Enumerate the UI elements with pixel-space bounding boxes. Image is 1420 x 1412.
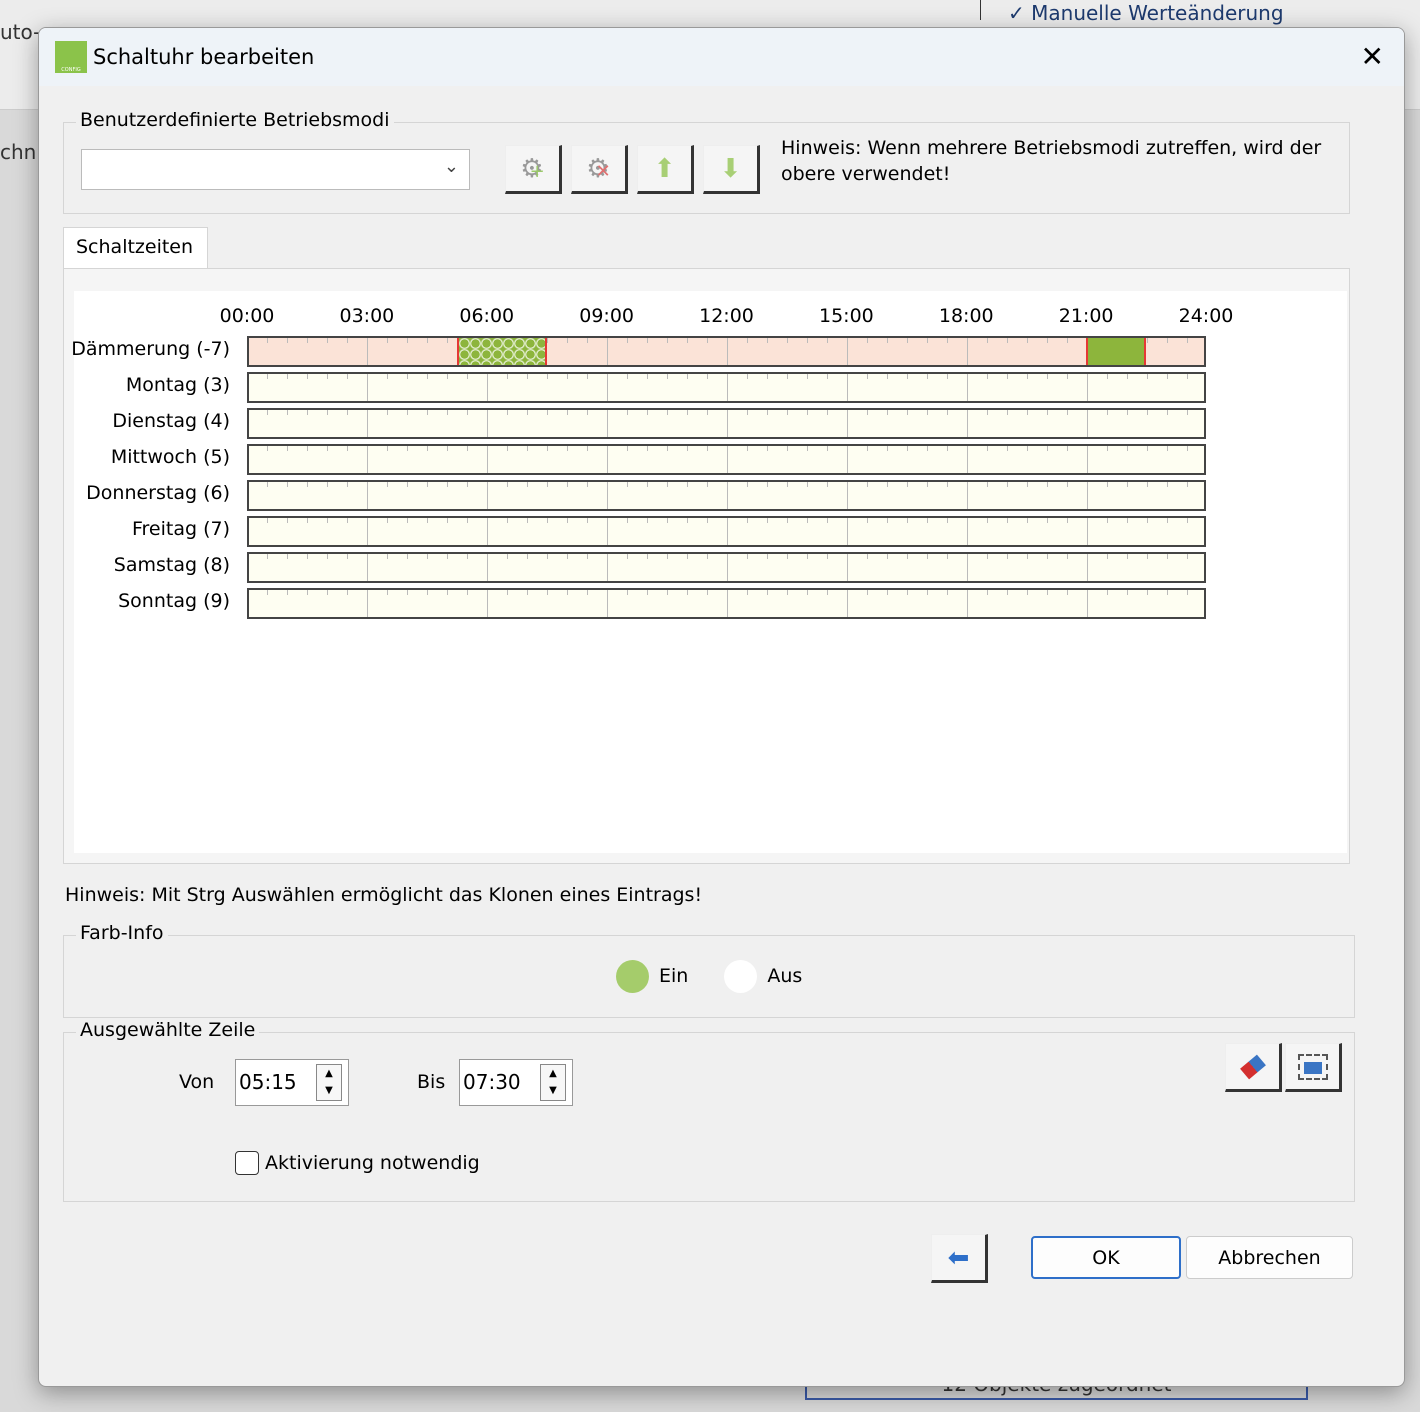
background-manual-change-checkbox: ✓ Manuelle Werteänderung: [980, 0, 1284, 25]
bg-fragment: chn: [0, 140, 37, 164]
clock-add-icon: ⚙+: [520, 153, 545, 184]
row-label: Dämmerung (-7): [71, 338, 230, 360]
schedule-row[interactable]: [247, 588, 1206, 619]
config-app-icon: CONFIG: [55, 41, 87, 73]
clone-entry-button[interactable]: [1285, 1043, 1342, 1092]
grid-lines: [249, 518, 1204, 545]
grid-lines: [249, 338, 1204, 365]
tab-schaltzeiten[interactable]: Schaltzeiten: [63, 227, 208, 269]
checkbox-box[interactable]: [235, 1151, 259, 1175]
row-label: Mittwoch (5): [110, 446, 230, 468]
to-value: 07:30: [463, 1070, 521, 1094]
hour-label: 24:00: [1178, 305, 1234, 327]
spin-arrows-icon[interactable]: ▲ ▼: [540, 1064, 566, 1101]
row-label: Dienstag (4): [112, 410, 230, 432]
move-up-button[interactable]: ⬆: [637, 145, 694, 194]
grid-lines: [249, 590, 1204, 617]
arrow-up-icon: ⬆: [653, 153, 676, 184]
schedule-row[interactable]: [247, 408, 1206, 439]
to-time-spinner[interactable]: 07:30 ▲ ▼: [459, 1059, 573, 1106]
activation-checkbox[interactable]: Aktivierung notwendig: [235, 1151, 480, 1175]
schedule-row[interactable]: [247, 516, 1206, 547]
modes-combobox[interactable]: ⌄: [81, 149, 470, 190]
row-label: Sonntag (9): [118, 590, 230, 612]
ok-button[interactable]: OK: [1031, 1236, 1181, 1279]
bg-checkbox-label: Manuelle Werteänderung: [1031, 1, 1284, 25]
undo-arrow-icon: ⬅: [947, 1242, 970, 1273]
from-time-spinner[interactable]: 05:15 ▲ ▼: [235, 1059, 349, 1106]
arrow-down-icon: ⬇: [719, 153, 742, 184]
selected-time-segment[interactable]: [456, 338, 547, 365]
clock-delete-icon: ⚙✕: [586, 153, 611, 184]
eraser-icon: [1239, 1054, 1266, 1079]
hour-label: 18:00: [938, 305, 994, 327]
delete-mode-button[interactable]: ⚙✕: [571, 145, 628, 194]
activation-label: Aktivierung notwendig: [265, 1152, 480, 1174]
schedule-row[interactable]: [247, 480, 1206, 511]
selected-row-label: Ausgewählte Zeile: [76, 1019, 260, 1041]
clone-icon: [1297, 1053, 1328, 1080]
from-value: 05:15: [239, 1070, 297, 1094]
from-label: Von: [179, 1071, 215, 1093]
row-label: Samstag (8): [113, 554, 230, 576]
off-label: Aus: [767, 965, 803, 987]
undo-button[interactable]: ⬅: [931, 1234, 988, 1283]
hour-label: 06:00: [459, 305, 515, 327]
dialog-title: Schaltuhr bearbeiten: [93, 45, 315, 69]
modes-hint: Hinweis: Wenn mehrere Betriebsmodi zutre…: [781, 137, 1322, 185]
selected-row-group: Ausgewählte Zeile: [63, 1019, 1355, 1202]
grid-lines: [249, 482, 1204, 509]
hour-label: 21:00: [1058, 305, 1114, 327]
schedule-row[interactable]: [247, 444, 1206, 475]
on-label: Ein: [659, 965, 689, 987]
close-icon[interactable]: ✕: [1361, 40, 1384, 73]
schaltuhr-dialog: CONFIG Schaltuhr bearbeiten ✕ Benutzerde…: [38, 27, 1405, 1387]
hour-label: 09:00: [579, 305, 635, 327]
bg-fragment: uto-: [0, 20, 41, 44]
config-icon-text: CONFIG: [61, 67, 81, 73]
row-label: Donnerstag (6): [86, 482, 230, 504]
schedule-row[interactable]: [247, 372, 1206, 403]
hour-label: 15:00: [818, 305, 874, 327]
grid-lines: [249, 554, 1204, 581]
schedule-chart: 00:00 03:00 06:00 09:00 12:00 15:00 18:00 21:00…: [71, 291, 1347, 853]
chevron-down-icon: ⌄: [443, 156, 459, 177]
spin-arrows-icon[interactable]: ▲ ▼: [316, 1064, 342, 1101]
row-label: Montag (3): [125, 374, 230, 396]
hour-label: 03:00: [339, 305, 395, 327]
hour-label: 00:00: [219, 305, 275, 327]
time-segment[interactable]: [1086, 338, 1147, 365]
on-color-dot: [616, 960, 649, 993]
color-info-label: Farb-Info: [76, 922, 168, 944]
to-label: Bis: [417, 1071, 446, 1093]
schedule-row[interactable]: [247, 552, 1206, 583]
clone-hint: Hinweis: Mit Strg Auswählen ermöglicht d…: [65, 884, 703, 906]
modes-group-label: Benutzerdefinierte Betriebsmodi: [76, 109, 394, 131]
cancel-button[interactable]: Abbrechen: [1186, 1236, 1353, 1279]
title-bar: CONFIG Schaltuhr bearbeiten ✕: [39, 28, 1404, 86]
clear-entry-button[interactable]: [1225, 1043, 1282, 1092]
off-color-dot: [724, 960, 758, 993]
row-label: Freitag (7): [131, 518, 230, 540]
schaltzeiten-panel: 00:00 03:00 06:00 09:00 12:00 15:00 18:00 21:00…: [63, 268, 1350, 864]
grid-lines: [249, 374, 1204, 401]
add-mode-button[interactable]: ⚙+: [505, 145, 562, 194]
schedule-row[interactable]: [247, 336, 1206, 367]
hour-label: 12:00: [699, 305, 754, 327]
grid-lines: [249, 446, 1204, 473]
color-info-group: Farb-Info Ein Aus: [63, 922, 1355, 1018]
move-down-button[interactable]: ⬇: [703, 145, 760, 194]
grid-lines: [249, 410, 1204, 437]
